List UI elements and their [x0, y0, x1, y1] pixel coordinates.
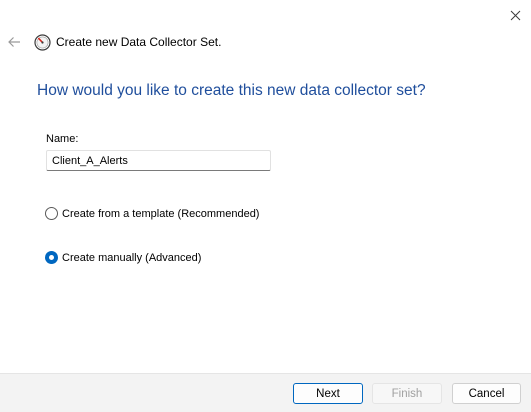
name-input[interactable]	[46, 150, 271, 171]
wizard-title: Create new Data Collector Set.	[56, 35, 222, 49]
wizard-header: Create new Data Collector Set.	[0, 28, 531, 58]
manual-radio[interactable]	[45, 251, 58, 264]
page-heading: How would you like to create this new da…	[37, 82, 426, 99]
name-label: Name:	[46, 133, 79, 145]
close-icon	[510, 10, 521, 20]
template-option[interactable]: Create from a template (Recommended)	[45, 207, 259, 220]
wizard-footer: Next Finish Cancel	[0, 373, 531, 412]
finish-button[interactable]: Finish	[372, 383, 442, 404]
wizard-window: Create new Data Collector Set. How would…	[0, 0, 531, 412]
performance-monitor-icon	[34, 34, 51, 51]
template-radio[interactable]	[45, 207, 58, 220]
next-button[interactable]: Next	[293, 383, 363, 404]
cancel-button[interactable]: Cancel	[452, 383, 521, 404]
close-button[interactable]	[500, 0, 531, 30]
back-arrow-icon	[8, 37, 20, 47]
back-button[interactable]	[4, 32, 24, 52]
manual-option[interactable]: Create manually (Advanced)	[45, 251, 201, 264]
template-option-label: Create from a template (Recommended)	[62, 207, 260, 220]
manual-option-label: Create manually (Advanced)	[62, 251, 202, 264]
